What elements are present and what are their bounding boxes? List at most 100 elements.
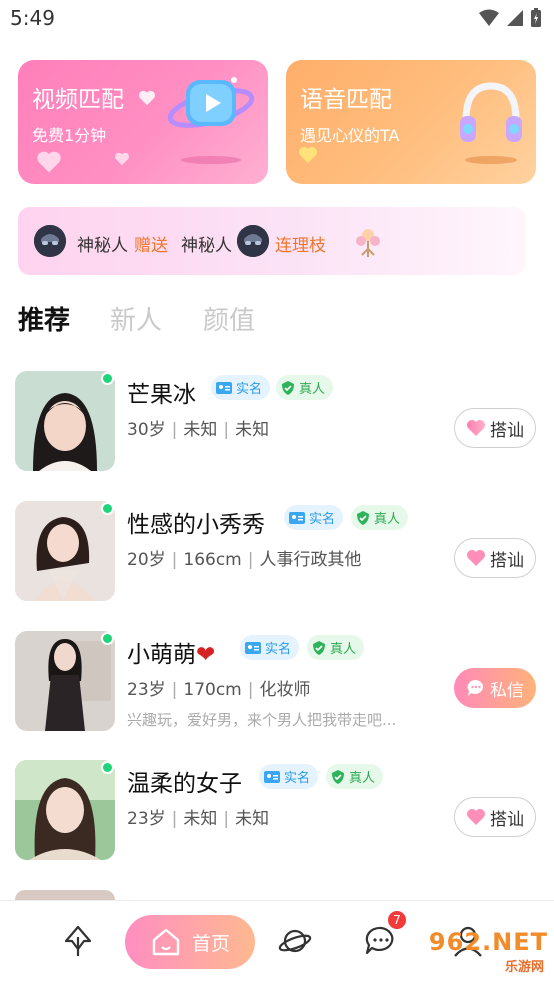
user-name: 温柔的女子 [127,771,242,797]
divider: | [247,680,254,700]
user-job: 人事行政其他 [259,550,362,570]
divider: | [171,809,178,829]
list-item[interactable]: 芒果冰 实名 真人 30岁 | 未知 | 未知 搭讪 [0,371,554,481]
video-match-title: 视频匹配 [32,87,124,113]
user-name: 性感的小秀秀 [127,512,265,538]
status-icons [478,8,542,28]
voice-match-card[interactable]: 语音匹配 遇见心仪的TA [286,60,536,184]
divider: | [171,550,178,570]
receiver-avatar [237,225,269,257]
real-name-label: 实名 [265,642,292,657]
id-card-icon [216,381,232,394]
user-height: 170cm [183,680,242,700]
user-bio: 兴趣玩，爱好男，来个男人把我带走吧... [127,711,397,729]
gift-name: 连理枝 [275,236,326,256]
gift-flower-icon [356,229,380,257]
real-name-label: 实名 [284,771,311,786]
id-card-icon [245,641,261,654]
heart-icon [467,550,485,566]
user-info: 23岁 | 未知 | 未知 [127,804,269,829]
shield-check-icon [332,769,344,784]
real-name-badge: 实名 [284,505,344,530]
gift-sender-name: 神秘人 [77,236,128,256]
list-item[interactable]: 性感的小秀秀 实名 真人 20岁 | 166cm | 人事行政其他 搭讪 [0,501,554,611]
chat-up-button[interactable]: 搭讪 [454,797,536,837]
video-match-card[interactable]: 视频匹配 免费1分钟 [18,60,268,184]
user-info: 20岁 | 166cm | 人事行政其他 [127,545,361,570]
planet-icon[interactable] [277,923,313,959]
real-person-label: 真人 [349,771,376,786]
video-camera-icon [167,77,255,164]
user-name-text: 小萌萌 [127,642,196,668]
messages-count-badge: 7 [386,909,408,931]
avatar[interactable] [15,371,115,471]
heart-emoji: ❤ [196,642,216,668]
real-name-badge: 实名 [259,764,319,789]
user-age: 23岁 [127,809,166,829]
watermark-text: 乐游网 [504,960,544,975]
user-age: 23岁 [127,680,166,700]
divider: | [171,420,178,440]
user-job: 未知 [235,420,270,440]
avatar[interactable] [15,501,115,601]
wifi-icon [479,9,499,26]
real-person-badge: 真人 [351,505,409,530]
divider: | [223,420,230,440]
shield-check-icon [357,510,369,525]
real-name-badge: 实名 [240,635,300,660]
real-person-label: 真人 [330,642,357,657]
battery-icon [531,8,541,27]
online-indicator [101,502,114,515]
status-bar: 5:49 [0,0,554,38]
online-indicator [101,372,114,385]
voice-match-title: 语音匹配 [300,87,392,113]
match-cards: 视频匹配 免费1分钟 语音匹配 遇见心仪的TA [18,60,536,184]
headphones-icon [460,82,522,164]
gift-ticker[interactable]: 神秘人 赠送 神秘人 连理枝 [18,207,526,275]
home-tab[interactable]: 首页 [125,915,255,969]
tree-icon[interactable] [60,923,96,959]
voice-match-subtitle: 遇见心仪的TA [300,126,400,145]
avatar[interactable] [15,631,115,731]
private-message-label: 私信 [490,680,524,701]
user-height: 未知 [183,420,218,440]
avatar[interactable] [15,760,115,860]
tab-recommend[interactable]: 推荐 [18,300,70,337]
home-icon [152,928,180,956]
tab-newcomers[interactable]: 新人 [110,300,162,337]
heart-icon [467,420,485,436]
user-age: 30岁 [127,420,166,440]
video-match-subtitle: 免费1分钟 [32,126,107,145]
real-person-badge: 真人 [276,375,334,400]
status-time: 5:49 [10,6,55,30]
divider: | [223,809,230,829]
divider: | [247,550,254,570]
watermark-logo: 962.NET 乐游网 [412,924,552,982]
real-name-badge: 实名 [211,375,271,400]
heart-icon [115,152,129,166]
heart-icon [467,809,485,825]
signal-icon [507,10,523,26]
sender-avatar [34,225,66,257]
heart-icon [139,90,155,106]
online-indicator [101,632,114,645]
tab-looks[interactable]: 颜值 [203,300,255,337]
real-name-label: 实名 [309,512,336,527]
private-message-button[interactable]: 私信 [454,668,536,708]
list-item-partial [15,890,115,900]
heart-icon [299,147,317,163]
list-item[interactable]: 温柔的女子 实名 真人 23岁 | 未知 | 未知 搭讪 [0,760,554,870]
real-person-badge: 真人 [307,635,365,660]
divider: | [171,680,178,700]
chat-up-label: 搭讪 [490,420,524,441]
user-info: 23岁 | 170cm | 化妆师 [127,675,310,700]
user-height: 未知 [183,809,218,829]
chat-up-button[interactable]: 搭讪 [454,408,536,448]
real-name-label: 实名 [236,382,263,397]
chat-up-label: 搭讪 [490,809,524,830]
user-info: 30岁 | 未知 | 未知 [127,415,269,440]
chat-bubble-icon [467,679,484,696]
real-person-badge: 真人 [326,764,384,789]
chat-up-button[interactable]: 搭讪 [454,538,536,578]
list-item[interactable]: 小萌萌❤ 实名 真人 23岁 | 170cm | 化妆师 兴趣玩，爱好男，来个男人把我带… [0,631,554,741]
